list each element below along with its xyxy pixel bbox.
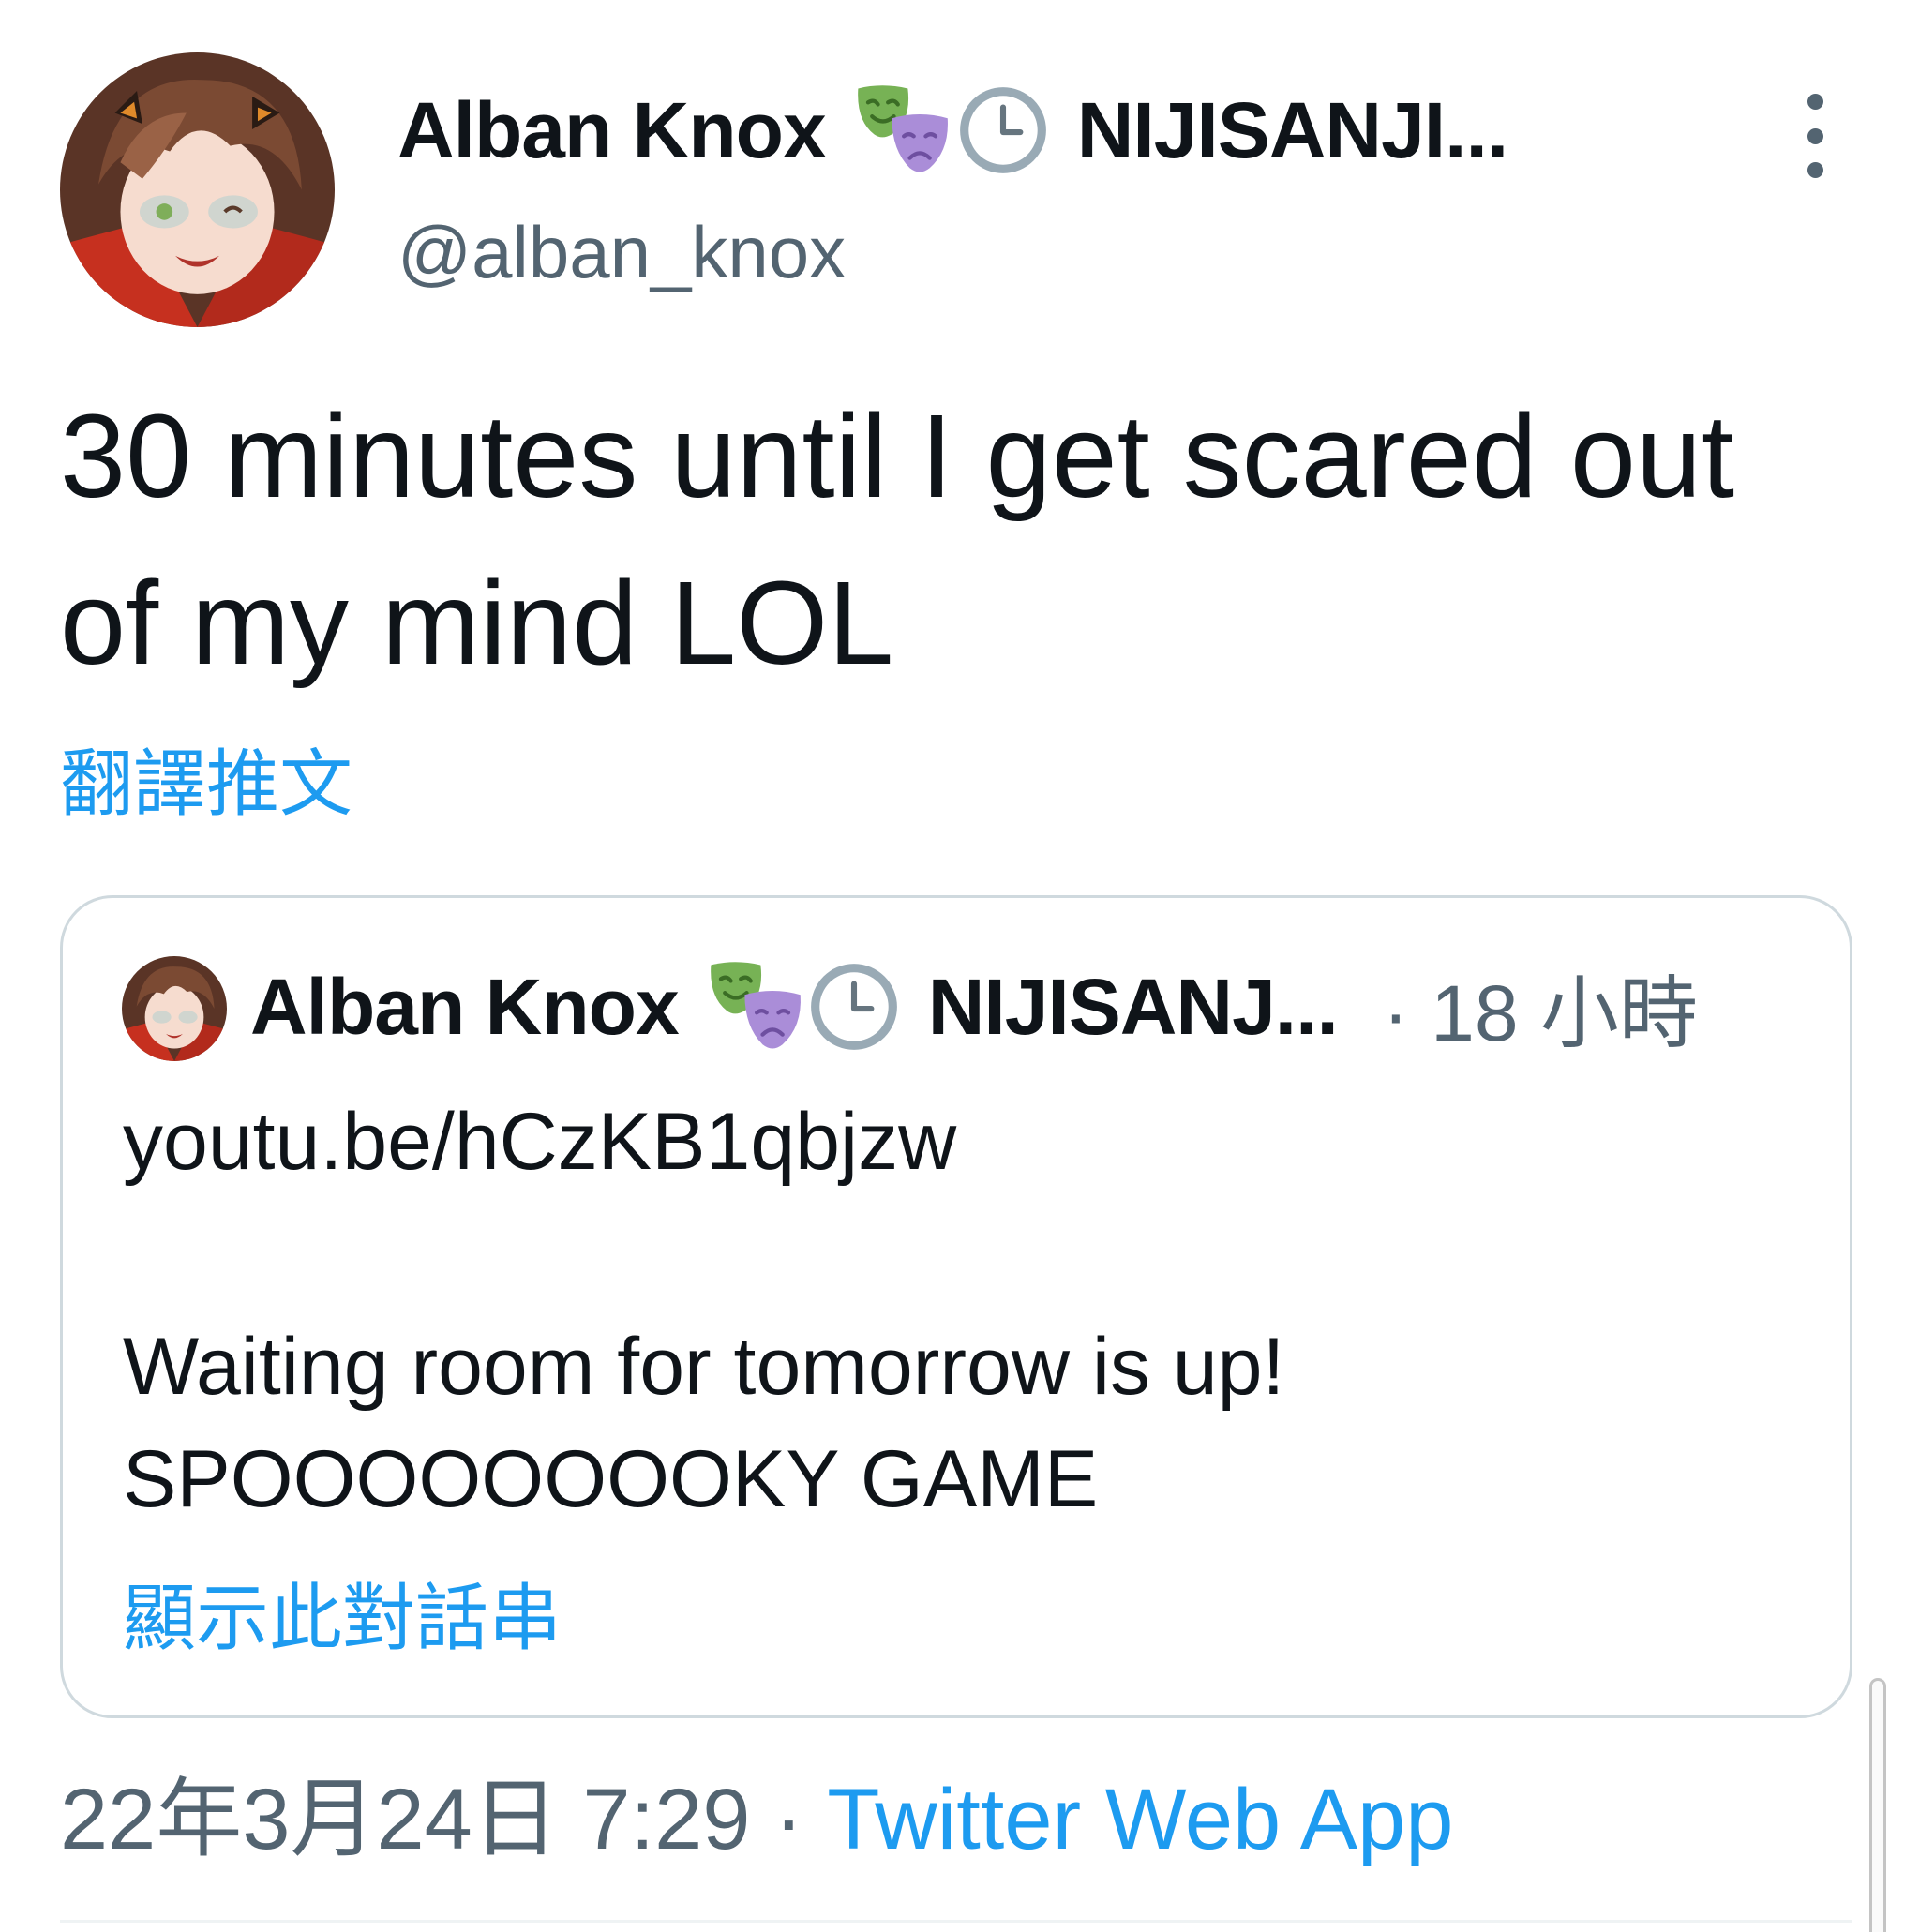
tweet-text: 30 minutes until I get scared out of my … <box>60 390 1735 689</box>
quoted-author-avatar[interactable] <box>122 956 227 1061</box>
more-dot-icon <box>1807 127 1823 144</box>
quoted-tweet-time[interactable]: · 18 小時 <box>1383 951 1698 1064</box>
show-thread-link[interactable]: 顯示此對話串 <box>123 1560 562 1665</box>
quoted-tweet-card[interactable]: Alban Knox NIJISANJ... · 18 小時 youtu.be/… <box>60 895 1852 1718</box>
author-name-row[interactable]: Alban Knox NIJISANJI... <box>398 79 1508 182</box>
clock-icon <box>810 964 897 1050</box>
clock-icon <box>959 87 1046 173</box>
avatar-illustration <box>60 52 335 327</box>
tweet-meta-row: 22年3月24日 7:29 · Twitter Web App <box>60 1749 1453 1874</box>
tweet-source-link[interactable]: Twitter Web App <box>827 1772 1453 1867</box>
quoted-tweet-blank-line <box>123 1198 1792 1310</box>
quoted-tweet-line: SPOOOOOOOOKY GAME <box>123 1434 1099 1524</box>
scrollbar-thumb[interactable] <box>1869 1678 1886 1932</box>
avatar-illustration <box>122 956 227 1061</box>
meta-separator: · <box>750 1772 828 1867</box>
performing-arts-masks-icon <box>710 962 801 1049</box>
more-dot-icon <box>1807 162 1823 178</box>
more-dot-icon <box>1807 94 1823 110</box>
quoted-author-name-row[interactable]: Alban Knox NIJISANJ... · 18 小時 <box>250 954 1698 1059</box>
author-org-name: NIJISANJI... <box>1076 85 1508 174</box>
author-handle[interactable]: @alban_knox <box>398 210 846 295</box>
author-display-name[interactable]: Alban Knox <box>398 85 827 176</box>
tweet-datetime[interactable]: 22年3月24日 7:29 <box>60 1772 750 1867</box>
author-avatar[interactable] <box>60 52 335 327</box>
quoted-author-display-name[interactable]: Alban Knox <box>250 962 680 1053</box>
more-options-button[interactable] <box>1796 94 1834 178</box>
bottom-divider <box>60 1920 1852 1923</box>
quoted-tweet-link[interactable]: youtu.be/hCzKB1qbjzw <box>123 1086 1792 1198</box>
quoted-tweet-line: Waiting room for tomorrow is up! <box>123 1322 1285 1412</box>
performing-arts-masks-icon <box>857 85 948 172</box>
quoted-tweet-text: youtu.be/hCzKB1qbjzw Waiting room for to… <box>123 1086 1792 1535</box>
translate-tweet-link[interactable]: 翻譯推文 <box>60 726 352 831</box>
quoted-author-org-name: NIJISANJ... <box>927 962 1339 1051</box>
